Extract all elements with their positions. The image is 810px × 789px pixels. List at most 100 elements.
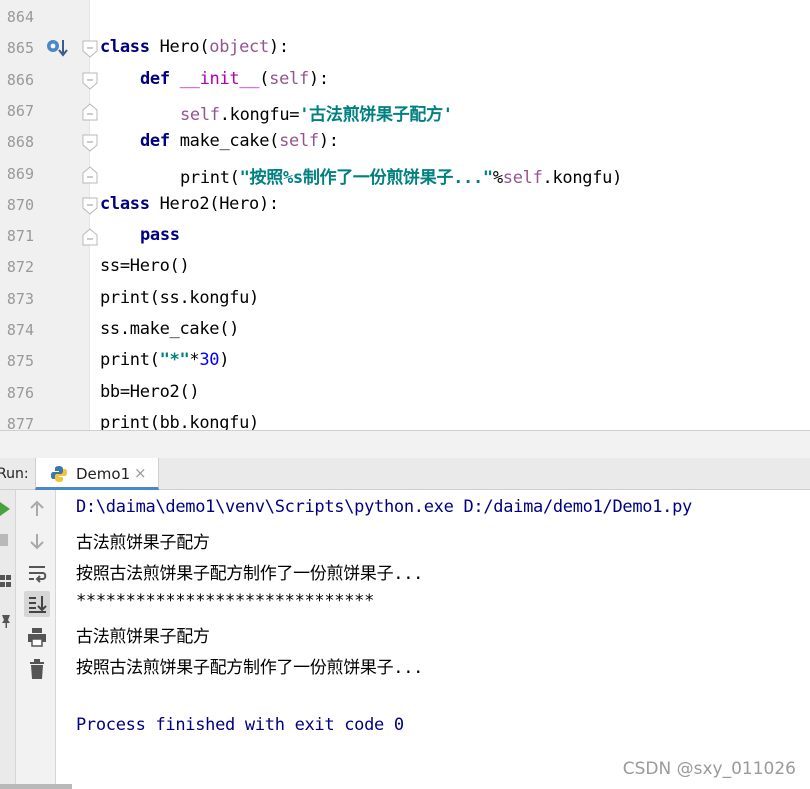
fold-end-icon[interactable] (82, 228, 98, 246)
console-toolbar (16, 490, 56, 789)
line-number: 868 (6, 133, 34, 152)
line-number: 876 (6, 383, 34, 402)
line-number: 869 (6, 164, 34, 183)
line-number: 864 (6, 8, 34, 26)
console-line: 按照古法煎饼果子配方制作了一份煎饼果子... (76, 658, 424, 678)
console-line: ****************************** (76, 590, 375, 611)
code-text[interactable]: print(bb.kongfu) (100, 413, 259, 430)
code-token: .kongfu) (542, 167, 623, 188)
python-icon (51, 466, 67, 482)
tab-demo1[interactable]: Demo1 × (35, 458, 159, 490)
code-line[interactable]: 870 class Hero2(Hero): (0, 191, 810, 222)
code-line[interactable]: 869 print("按照%s制作了一份煎饼果子..."%self.kongfu) (0, 160, 810, 191)
code-token: ): (318, 131, 339, 152)
code-line[interactable]: 864 (0, 3, 810, 34)
rerun-icon[interactable] (0, 502, 12, 516)
line-number: 870 (6, 195, 34, 214)
fold-collapse-icon[interactable] (82, 197, 98, 215)
code-line[interactable]: 875 print("*"*30) (0, 347, 810, 378)
code-line[interactable]: 867 self.kongfu='古法煎饼果子配方' (0, 97, 810, 128)
fold-collapse-icon[interactable] (82, 134, 98, 152)
scroll-up-icon[interactable] (24, 496, 50, 522)
run-toolwindow-header: Run: Demo1 × (0, 458, 810, 490)
console-line: D:\daima\demo1\venv\Scripts\python.exe D… (76, 497, 692, 517)
line-number: 874 (6, 321, 34, 339)
code-token: def (140, 131, 170, 152)
code-text[interactable]: ss.make_cake() (100, 319, 239, 339)
trash-icon[interactable] (24, 656, 50, 682)
line-number: 875 (6, 352, 34, 371)
code-token: 30 (199, 350, 220, 371)
code-token: bb=Hero2() (100, 381, 200, 402)
breakpoint-override-icon[interactable] (44, 36, 68, 60)
code-line[interactable]: 877 print(bb.kongfu) (0, 410, 810, 430)
code-token: class (100, 37, 150, 58)
code-line[interactable]: 872 ss=Hero() (0, 253, 810, 284)
console-output[interactable]: D:\daima\demo1\venv\Scripts\python.exe D… (56, 490, 810, 789)
code-line[interactable]: 868 def make_cake(self): (0, 128, 810, 159)
console-line: Process finished with exit code 0 (76, 715, 404, 736)
close-icon[interactable]: × (134, 464, 147, 482)
code-token: % (492, 167, 503, 188)
code-token: object (209, 37, 269, 58)
stop-icon[interactable] (0, 534, 10, 546)
code-token: '古法煎饼果子配方' (299, 104, 453, 125)
horizontal-scrollbar[interactable] (0, 784, 72, 789)
code-token: self (269, 68, 309, 89)
line-number: 866 (6, 70, 34, 89)
code-token: ( (259, 68, 270, 89)
code-token: "*" (159, 350, 190, 371)
layout-icon[interactable] (0, 574, 12, 588)
code-text[interactable]: pass (140, 225, 180, 245)
code-token: self (502, 167, 543, 188)
fold-collapse-icon[interactable] (82, 40, 98, 58)
code-text[interactable]: print("*"*30) (100, 350, 229, 370)
code-token: self (279, 131, 319, 152)
code-text[interactable]: def make_cake(self): (140, 131, 339, 151)
code-token: class (100, 193, 150, 214)
code-token: ): (308, 68, 329, 89)
line-number: 867 (6, 101, 34, 120)
watermark: CSDN @sxy_011026 (622, 759, 796, 779)
code-token: print(ss.kongfu) (100, 287, 259, 308)
code-text[interactable]: class Hero(object): (100, 37, 289, 57)
code-token: Hero( (149, 37, 210, 58)
line-number: 872 (6, 258, 34, 277)
code-line[interactable]: 873 print(ss.kongfu) (0, 285, 810, 316)
console-line: 古法煎饼果子配方 (76, 533, 210, 554)
fold-end-icon[interactable] (82, 103, 98, 121)
code-line[interactable]: 874 ss.make_cake() (0, 316, 810, 347)
code-token: .kongfu= (219, 104, 300, 125)
code-line[interactable]: 871 pass (0, 222, 810, 253)
code-text[interactable]: bb=Hero2() (100, 381, 200, 402)
code-line[interactable]: 865 class Hero(object): (0, 34, 810, 65)
code-token: self (180, 104, 220, 125)
console-line: 按照古法煎饼果子配方制作了一份煎饼果子... (76, 564, 424, 585)
fold-end-icon[interactable] (82, 165, 98, 184)
fold-collapse-icon[interactable] (82, 72, 98, 90)
code-text[interactable]: class Hero2(Hero): (100, 194, 279, 214)
code-token: * (189, 350, 200, 371)
code-text[interactable]: print(ss.kongfu) (100, 288, 259, 308)
print-icon[interactable] (24, 624, 50, 650)
code-editor[interactable]: 864 865 class Hero(object): 866 def __init__… (0, 0, 810, 430)
line-number: 873 (6, 289, 34, 308)
pin-icon[interactable] (0, 614, 12, 628)
code-token: ) (219, 350, 230, 371)
code-line[interactable]: 866 def __init__(self): (0, 66, 810, 97)
panel-divider[interactable] (0, 430, 810, 458)
code-text[interactable]: print("按照%s制作了一份煎饼果子..."%self.kongfu) (180, 163, 622, 188)
scroll-to-end-button[interactable] (24, 591, 50, 617)
code-line[interactable]: 876 bb=Hero2() (0, 379, 810, 410)
code-text[interactable]: def __init__(self): (140, 69, 329, 89)
soft-wrap-icon[interactable] (24, 560, 50, 586)
code-token: "按照%s制作了一份煎饼果子..." (239, 167, 494, 188)
console-line: 古法煎饼果子配方 (76, 626, 210, 647)
code-text[interactable]: self.kongfu='古法煎饼果子配方' (180, 100, 453, 125)
code-text[interactable]: ss=Hero() (100, 256, 190, 276)
scroll-down-icon[interactable] (24, 528, 50, 554)
run-actions-strip (0, 490, 16, 789)
code-token: print( (100, 350, 160, 371)
tab-label: Demo1 (76, 465, 131, 483)
